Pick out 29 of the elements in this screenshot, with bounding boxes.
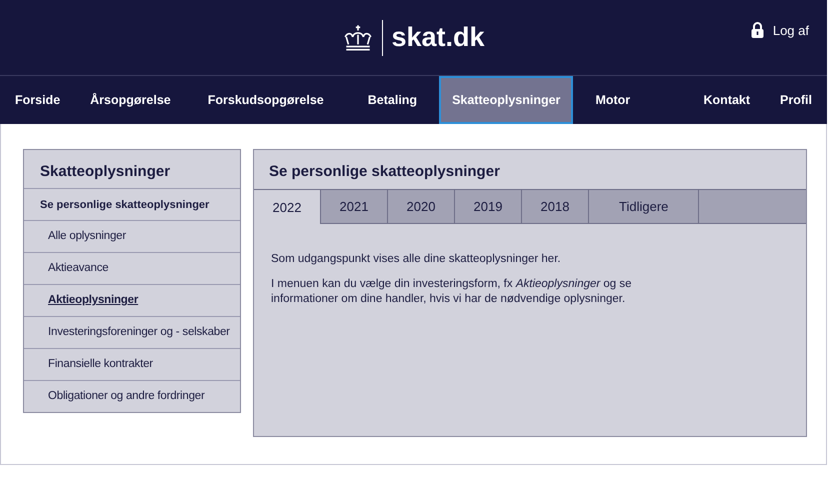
sidebar-link[interactable]: Aktieoplysninger [24, 285, 240, 317]
nav-link[interactable]: Motor [573, 76, 652, 124]
logout-button[interactable]: Log af [750, 22, 809, 38]
nav-link[interactable]: Skatteoplysninger [439, 76, 574, 124]
sidebar-link[interactable]: Finansielle kontrakter [24, 349, 240, 381]
year-tab[interactable]: 2022 [254, 190, 321, 224]
nav-link[interactable]: Betaling [346, 76, 440, 124]
sidebar-title: Skatteoplysninger [24, 150, 240, 189]
year-tab[interactable]: 2021 [321, 190, 388, 223]
nav-link[interactable]: Kontakt [688, 76, 766, 124]
sidebar-link[interactable]: Obligationer og andre fordringer [24, 381, 240, 412]
crown-icon [342, 24, 374, 52]
year-tab[interactable]: 2018 [522, 190, 589, 223]
site-logo[interactable]: skat.dk [391, 22, 485, 53]
sidebar-link[interactable]: Alle oplysninger [24, 221, 240, 253]
nav-link[interactable]: Profil [765, 76, 827, 124]
nav-link[interactable]: Forside [0, 76, 76, 124]
nav-link[interactable]: Årsopgørelse [75, 76, 186, 124]
panel-title: Se personlige skatteoplysninger [268, 162, 501, 182]
year-tab[interactable]: Tidligere [589, 190, 700, 223]
paragraph: Som udgangspunkt vises alle dine skatteoplysninger her. [271, 252, 562, 267]
lock-icon [750, 22, 764, 38]
sidebar-section-link[interactable]: Se personlige skatteoplysninger [24, 189, 240, 221]
sidebar-link[interactable]: Aktieavance [24, 253, 240, 285]
paragraph: I menuen kan du vælge din investeringsform, fx Aktieoplysninger og se informationer om dine handler, hvis vi har de nødvendige oplysninger. [271, 277, 633, 307]
nav-link[interactable]: Forskudsopgørelse [186, 76, 346, 124]
year-tab[interactable]: 2019 [455, 190, 522, 223]
sidebar-link[interactable]: Investeringsforeninger og - selskaber [24, 317, 240, 349]
year-tab[interactable]: 2020 [388, 190, 455, 223]
